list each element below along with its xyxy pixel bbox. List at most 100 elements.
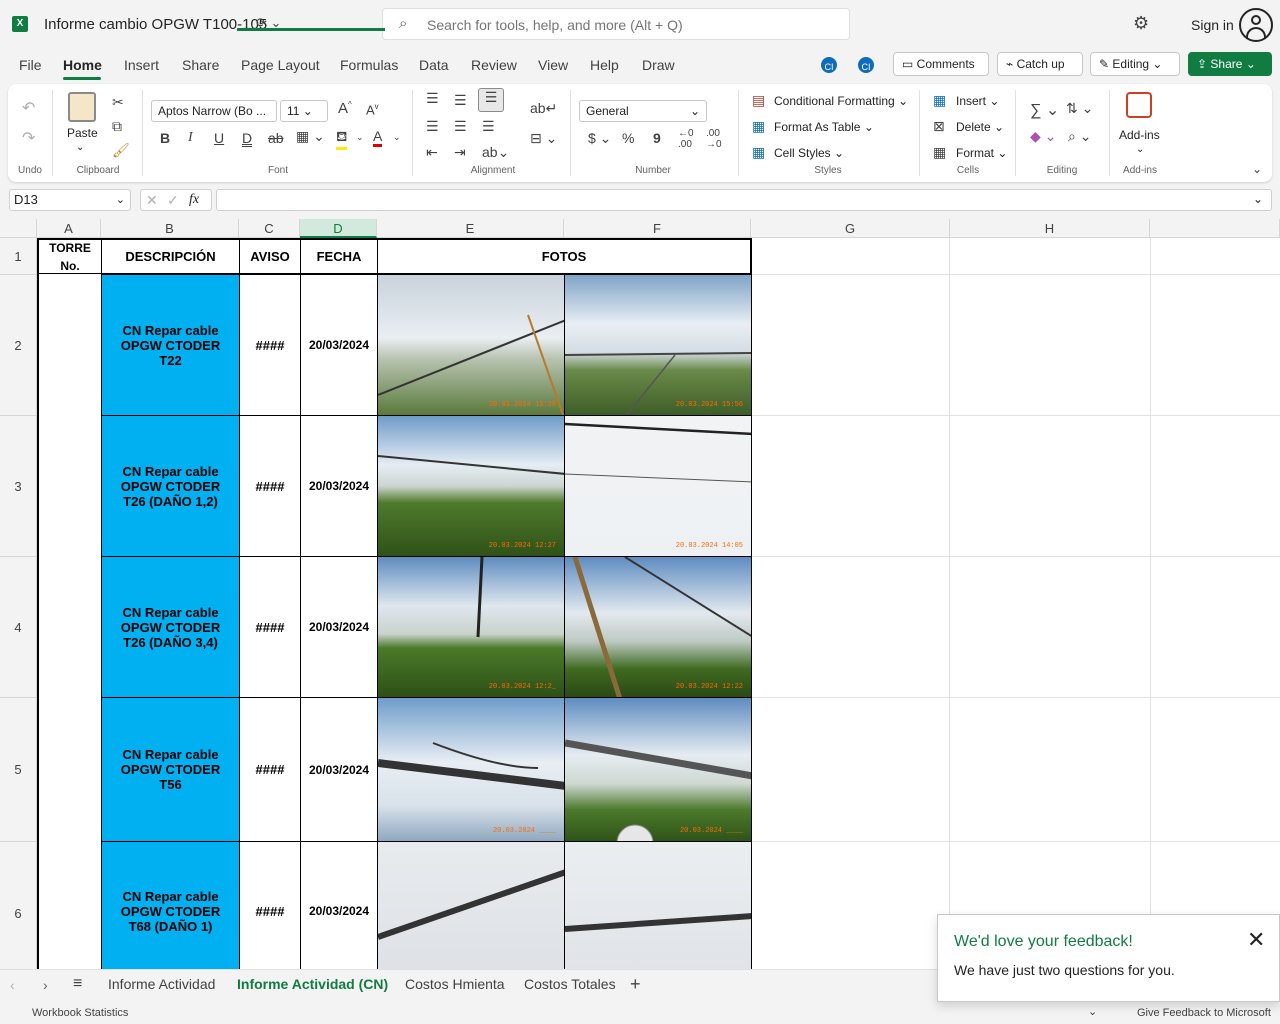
column-header[interactable]: A [37,219,101,238]
orientation-icon[interactable]: ab⌄ [482,144,509,161]
photo-cable-t22-2[interactable]: 20.03.2024 15:56 [564,274,752,416]
align-left-icon[interactable]: ☰ [426,118,439,135]
fecha-cell[interactable]: 20/03/2024 [300,556,378,698]
formula-expand-icon[interactable]: ⌄ [1253,192,1263,206]
account-avatar-icon[interactable] [1239,8,1273,42]
borders-icon[interactable]: ▦ ⌄ [296,128,325,145]
add-ins-icon[interactable] [1126,92,1152,118]
delete-cells-icon[interactable]: ⊠ [933,118,945,135]
align-top-icon[interactable]: ☰ [426,90,439,107]
photo-cable-t26-4[interactable]: 20.03.2024 12:22 [564,556,752,698]
select-all-corner[interactable] [0,219,37,238]
sheet-tab[interactable]: Costos Hmienta [405,976,505,992]
search-box[interactable]: ⌕ [382,8,850,40]
redo-icon[interactable]: ↷ [22,128,35,148]
cut-icon[interactable]: ✂ [112,94,124,111]
currency-icon[interactable]: $ ⌄ [588,130,611,147]
descripcion-cell[interactable]: CN Repar cable OPGW CTODER T26 (DAÑO 1,2… [101,415,240,557]
undo-icon[interactable]: ↶ [22,98,35,118]
aviso-cell[interactable]: #### [239,841,301,969]
header-torre[interactable]: TORRE No. [37,238,102,275]
tab-file[interactable]: File [19,57,42,73]
number-format-dropdown[interactable]: General ⌄ [579,100,707,122]
share-button[interactable]: ⇪ Share ⌄ [1188,52,1272,76]
sheet-tab[interactable]: Informe Actividad [108,976,215,992]
row-header[interactable]: 6 [0,842,37,969]
tab-home[interactable]: Home [63,57,102,73]
settings-gear-icon[interactable]: ⚙ [1133,13,1149,34]
editing-mode-button[interactable]: ✎ Editing ⌄ [1090,52,1180,76]
copy-icon[interactable]: ⧉ [112,118,122,135]
paste-icon[interactable] [68,92,96,122]
comma-style-icon[interactable]: 9 [653,130,661,146]
photo-cable-t68-1[interactable] [377,841,565,969]
header-aviso[interactable]: AVISO [239,238,301,275]
align-center-icon[interactable]: ☰ [454,118,467,135]
photo-cable-t26-1[interactable]: 20.03.2024 12:27 [377,415,565,557]
tab-share[interactable]: Share [182,57,219,73]
torre-merged-cell[interactable] [37,274,102,969]
ribbon-expand-icon[interactable]: ⌄ [1252,162,1262,176]
fecha-cell[interactable]: 20/03/2024 [300,697,378,842]
column-header[interactable] [1150,219,1280,238]
formula-input[interactable]: ⌄ [216,189,1272,211]
increase-decimal-icon[interactable]: ←0.00 [678,128,694,150]
column-header[interactable]: H [950,219,1150,238]
bold-icon[interactable]: B [160,130,170,146]
photo-cable-t26-3[interactable]: 20.03.2024 12:2_ [377,556,565,698]
italic-icon[interactable]: I [188,130,193,146]
insert-cells-button[interactable]: Insert ⌄ [956,94,999,108]
paste-button[interactable]: Paste [67,126,98,140]
format-cells-icon[interactable]: ▦ [933,144,946,161]
column-header[interactable]: D [300,219,377,238]
photo-cable-t56-2[interactable]: 20.03.2024 ____ [564,697,752,842]
name-box-dropdown-icon[interactable]: ⌄ [116,190,125,210]
double-underline-icon[interactable]: D [242,130,252,146]
font-color-dropdown-icon[interactable]: ⌄ [393,132,401,143]
add-ins-button[interactable]: Add-ins [1119,128,1160,142]
merge-center-icon[interactable]: ⊟ ⌄ [530,130,557,147]
sheet-tab-active[interactable]: Informe Actividad (CN) [237,976,388,992]
insert-cells-icon[interactable]: ▦ [933,92,946,109]
aviso-cell[interactable]: #### [239,697,301,842]
row-header[interactable]: 2 [0,275,37,416]
aviso-cell[interactable]: #### [239,415,301,557]
format-as-table-button[interactable]: Format As Table ⌄ [774,120,874,134]
align-middle-icon[interactable]: ☰ [454,92,467,109]
collaborator-avatar[interactable]: CI [819,55,839,75]
tab-insert[interactable]: Insert [124,57,159,73]
fecha-cell[interactable]: 20/03/2024 [300,841,378,969]
font-size-dropdown[interactable]: 11 ⌄ [280,100,328,122]
header-fecha[interactable]: FECHA [300,238,378,275]
align-bottom-icon[interactable]: ☰ [478,88,504,112]
sheet-tab[interactable]: Costos Totales [524,976,616,992]
cell-styles-icon[interactable]: ▦ [752,144,765,161]
close-icon[interactable]: ✕ [1247,927,1265,953]
clear-icon[interactable]: ◆ ⌄ [1030,128,1056,145]
scroll-left-icon[interactable]: ‹ [10,977,15,993]
fecha-cell[interactable]: 20/03/2024 [300,274,378,416]
strikethrough-icon[interactable]: ab [268,130,284,146]
wrap-text-icon[interactable]: ab↵ [530,100,557,117]
descripcion-cell[interactable]: CN Repar cable OPGW CTODER T68 (DAÑO 1) [101,841,240,969]
descripcion-cell[interactable]: CN Repar cable OPGW CTODER T56 [101,697,240,842]
font-color-icon[interactable]: A [373,128,383,147]
tab-draw[interactable]: Draw [642,57,675,73]
tab-formulas[interactable]: Formulas [340,57,398,73]
format-painter-icon[interactable]: 🖌 [112,142,130,159]
all-sheets-icon[interactable]: ≡ [73,975,82,993]
insert-function-icon[interactable]: fx [189,192,199,208]
percent-icon[interactable]: % [622,130,634,146]
photo-cable-t56-1[interactable]: 20.03.2024 ____ [377,697,565,842]
column-header[interactable]: G [751,219,950,238]
enter-icon[interactable]: ✓ [167,192,179,209]
scroll-right-icon[interactable]: › [43,977,48,993]
paste-dropdown-icon[interactable]: ⌄ [76,142,84,153]
font-name-dropdown[interactable]: Aptos Narrow (Bo ... [151,100,277,122]
document-title[interactable]: Informe cambio OPGW T100-105 [44,16,267,33]
fecha-cell[interactable]: 20/03/2024 [300,415,378,557]
collaborator-avatar[interactable]: CI [856,55,876,75]
align-right-icon[interactable]: ☰ [482,118,495,135]
row-header[interactable]: 3 [0,416,37,557]
cell-styles-button[interactable]: Cell Styles ⌄ [774,146,844,160]
